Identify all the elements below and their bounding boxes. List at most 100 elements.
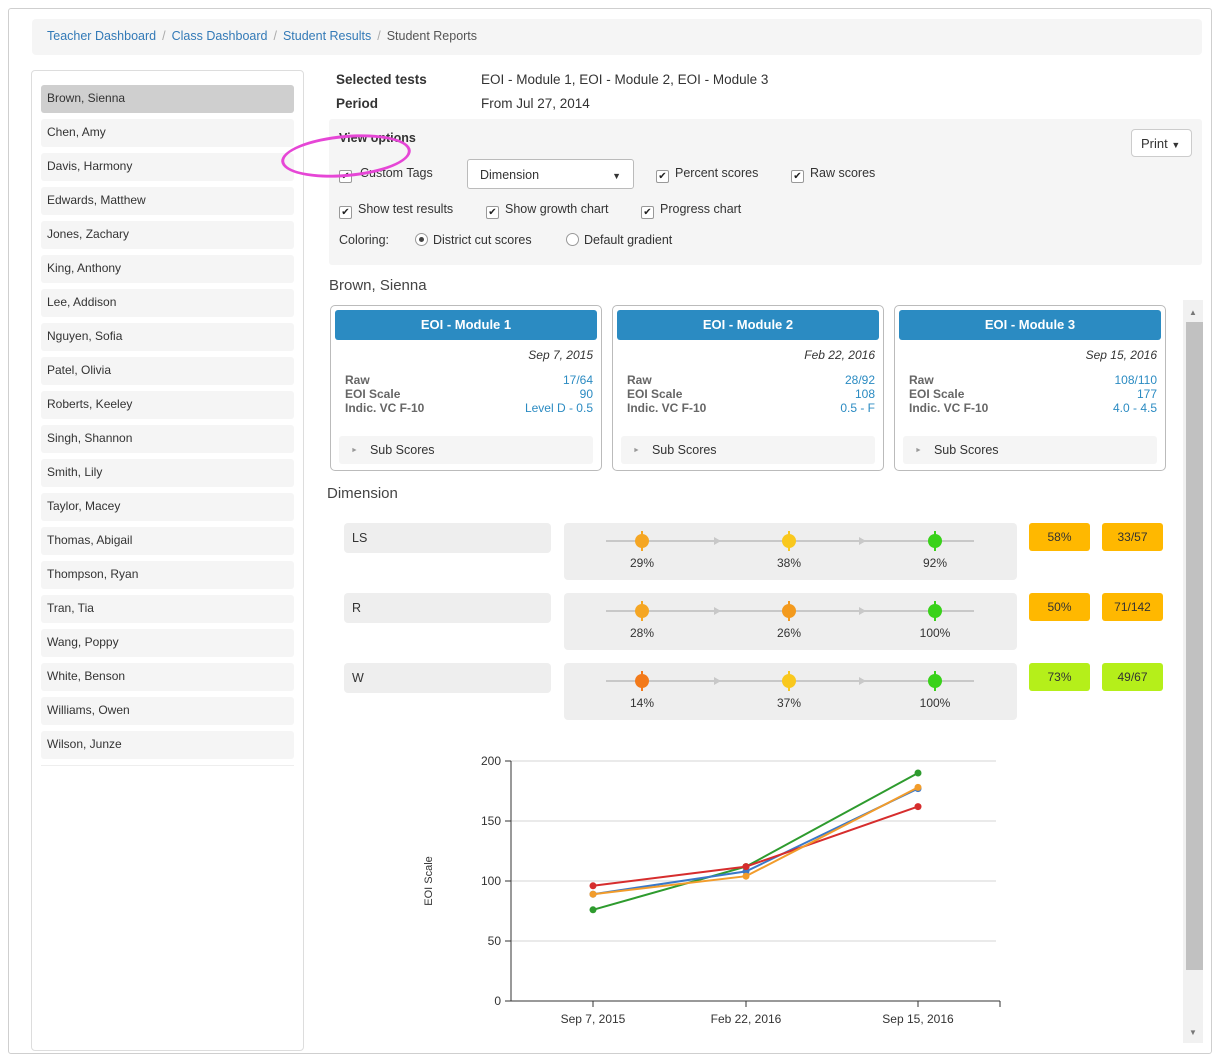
scrollbar-thumb[interactable] xyxy=(1186,322,1203,970)
student-list-item[interactable]: Edwards, Matthew xyxy=(41,187,294,215)
district-cut-scores-option[interactable]: District cut scores xyxy=(415,233,532,247)
test-card-title[interactable]: EOI - Module 2 xyxy=(617,310,879,340)
student-list-divider xyxy=(41,765,294,766)
percent-scores-label: Percent scores xyxy=(675,166,759,180)
test-card-row-key: Raw xyxy=(909,373,934,387)
progress-marker xyxy=(928,604,942,618)
breadcrumb: Teacher Dashboard / Class Dashboard / Studen… xyxy=(32,19,1202,55)
breadcrumb-current: Student Reports xyxy=(386,29,478,43)
test-card-row: Raw 17/64 xyxy=(345,373,593,387)
test-card: EOI - Module 2 Feb 22, 2016 Raw 28/92 EOI Sc… xyxy=(612,305,884,471)
student-list-item[interactable]: Wang, Poppy xyxy=(41,629,294,657)
progress-chart-option[interactable]: ✔ Progress chart xyxy=(641,202,741,219)
district-cut-scores-radio[interactable] xyxy=(415,233,428,246)
chart-data-point[interactable] xyxy=(914,783,922,791)
sub-scores-label: Sub Scores xyxy=(651,443,717,457)
chart-data-point[interactable] xyxy=(914,803,922,811)
sub-scores-toggle[interactable]: ► Sub Scores xyxy=(621,436,875,464)
default-gradient-radio[interactable] xyxy=(566,233,579,246)
progress-value: 100% xyxy=(920,696,951,710)
progress-marker xyxy=(782,534,796,548)
show-test-results-checkbox[interactable]: ✔ xyxy=(339,206,352,219)
breadcrumb-student-results[interactable]: Student Results xyxy=(283,29,371,43)
sub-scores-toggle[interactable]: ► Sub Scores xyxy=(903,436,1157,464)
progress-value: 26% xyxy=(777,626,801,640)
test-card: EOI - Module 3 Sep 15, 2016 Raw 108/110 EOI … xyxy=(894,305,1166,471)
student-list-item[interactable]: Taylor, Macey xyxy=(41,493,294,521)
chart-data-point[interactable] xyxy=(914,769,922,777)
raw-scores-label: Raw scores xyxy=(810,166,876,180)
test-card-row-key: Indic. VC F-10 xyxy=(627,401,707,415)
chart-data-point[interactable] xyxy=(742,872,750,880)
dimension-progress-svg: 28% 26% 100% xyxy=(606,601,974,640)
default-gradient-option[interactable]: Default gradient xyxy=(566,233,672,247)
scroll-up-icon[interactable]: ▲ xyxy=(1186,308,1200,317)
student-list-item[interactable]: Thompson, Ryan xyxy=(41,561,294,589)
progress-marker xyxy=(635,674,649,688)
chart-data-point[interactable] xyxy=(589,882,597,890)
test-card-row-key: EOI Scale xyxy=(909,387,965,401)
test-card-date: Sep 15, 2016 xyxy=(1085,348,1157,362)
selected-tests-label: Selected tests xyxy=(336,72,427,87)
chart-y-tick-label: 0 xyxy=(494,994,501,1008)
dimension-label: R xyxy=(344,593,551,623)
test-card-row-key: EOI Scale xyxy=(627,387,683,401)
student-list-item[interactable]: King, Anthony xyxy=(41,255,294,283)
student-list-item[interactable]: Jones, Zachary xyxy=(41,221,294,249)
chart-data-point[interactable] xyxy=(589,890,597,898)
student-list-item[interactable]: Tran, Tia xyxy=(41,595,294,623)
student-list-item[interactable]: Smith, Lily xyxy=(41,459,294,487)
sub-scores-toggle[interactable]: ► Sub Scores xyxy=(339,436,593,464)
breadcrumb-class-dashboard[interactable]: Class Dashboard xyxy=(172,29,268,43)
student-list-item[interactable]: Brown, Sienna xyxy=(41,85,294,113)
scroll-down-icon[interactable]: ▼ xyxy=(1186,1028,1200,1037)
student-list-item[interactable]: Singh, Shannon xyxy=(41,425,294,453)
raw-scores-option[interactable]: ✔ Raw scores xyxy=(791,166,875,183)
student-list-item[interactable]: Wilson, Junze xyxy=(41,731,294,759)
test-card-title[interactable]: EOI - Module 1 xyxy=(335,310,597,340)
dimension-progress-track: 14% 37% 100% xyxy=(564,663,1017,720)
student-name-heading: Brown, Sienna xyxy=(329,277,427,294)
student-list-item[interactable]: Thomas, Abigail xyxy=(41,527,294,555)
show-test-results-option[interactable]: ✔ Show test results xyxy=(339,202,453,219)
progress-marker xyxy=(782,674,796,688)
test-card-title[interactable]: EOI - Module 3 xyxy=(899,310,1161,340)
test-card-row-value: 28/92 xyxy=(844,373,875,387)
raw-scores-checkbox[interactable]: ✔ xyxy=(791,170,804,183)
breadcrumb-teacher-dashboard[interactable]: Teacher Dashboard xyxy=(47,29,156,43)
select-caret-icon: ▼ xyxy=(612,171,621,181)
progress-chart-checkbox[interactable]: ✔ xyxy=(641,206,654,219)
student-list-item[interactable]: Roberts, Keeley xyxy=(41,391,294,419)
print-button[interactable]: Print ▼ xyxy=(1131,129,1192,157)
test-card-row-key: EOI Scale xyxy=(345,387,401,401)
test-card-row-value: Level D - 0.5 xyxy=(524,401,593,415)
student-list-item[interactable]: Chen, Amy xyxy=(41,119,294,147)
custom-tags-option[interactable]: ✔ Custom Tags xyxy=(339,166,433,183)
chart-data-point[interactable] xyxy=(742,863,750,871)
test-card-row-value: 108 xyxy=(854,387,875,401)
student-list-item[interactable]: Lee, Addison xyxy=(41,289,294,317)
chart-data-point[interactable] xyxy=(589,906,597,914)
chart-series-line xyxy=(592,786,919,896)
test-card-date: Sep 7, 2015 xyxy=(528,348,593,362)
percent-scores-checkbox[interactable]: ✔ xyxy=(656,170,669,183)
student-list-item[interactable]: White, Benson xyxy=(41,663,294,691)
test-card-row: EOI Scale 177 xyxy=(909,387,1157,401)
test-card-row-value: 4.0 - 4.5 xyxy=(1112,401,1157,415)
progress-marker xyxy=(928,534,942,548)
student-list-item[interactable]: Patel, Olivia xyxy=(41,357,294,385)
custom-tags-checkbox[interactable]: ✔ xyxy=(339,170,352,183)
student-list-item[interactable]: Nguyen, Sofia xyxy=(41,323,294,351)
student-list-item[interactable]: Davis, Harmony xyxy=(41,153,294,181)
sub-scores-label: Sub Scores xyxy=(933,443,999,457)
custom-tags-select-value: Dimension xyxy=(480,168,540,182)
show-growth-chart-checkbox[interactable]: ✔ xyxy=(486,206,499,219)
progress-value: 28% xyxy=(630,626,654,640)
custom-tags-select[interactable]: Dimension ▼ xyxy=(467,159,634,189)
progress-arrow-icon xyxy=(859,607,866,615)
student-list-item[interactable]: Williams, Owen xyxy=(41,697,294,725)
test-card-row-value: 108/110 xyxy=(1114,373,1158,387)
chart-y-axis-label: EOI Scale xyxy=(423,856,435,906)
percent-scores-option[interactable]: ✔ Percent scores xyxy=(656,166,758,183)
show-growth-chart-option[interactable]: ✔ Show growth chart xyxy=(486,202,609,219)
